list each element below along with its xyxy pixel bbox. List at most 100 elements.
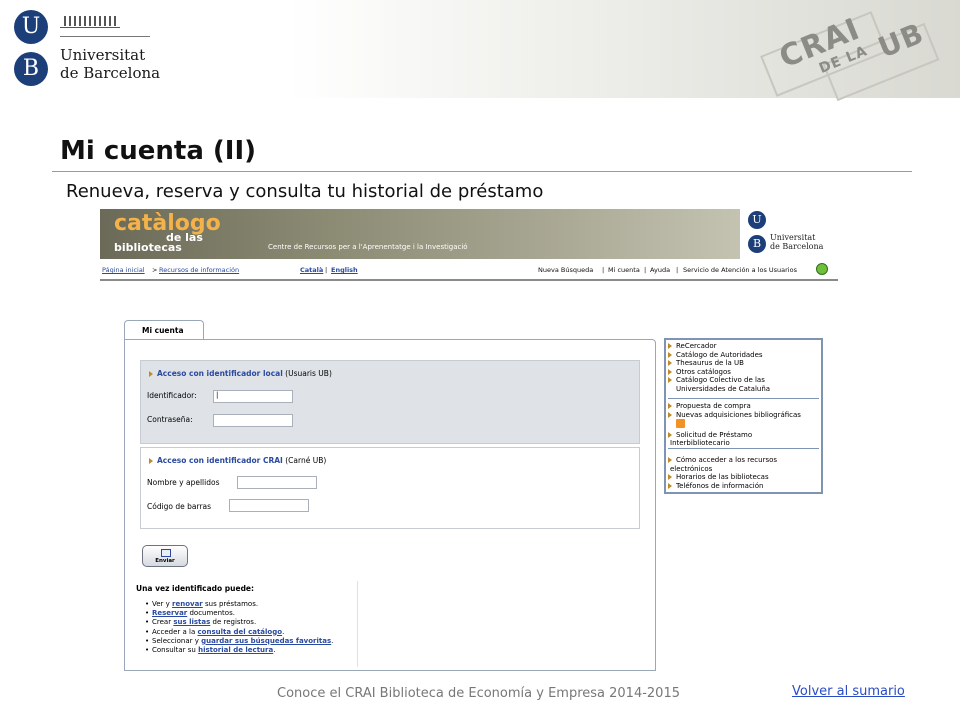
local-login-box: Acceso con identificador local (Usuaris …	[140, 360, 640, 444]
info-item: Crear sus listas de registros.	[145, 618, 333, 627]
ub-logo-b: B	[14, 52, 48, 86]
catalog-nav-bar: Página inicial > Recursos de información…	[100, 261, 838, 281]
submit-button[interactable]: Enviar	[142, 545, 188, 567]
triangle-icon	[668, 431, 672, 438]
catalog-ub-name-line2: de Barcelona	[770, 242, 824, 251]
sidebar-group-acquisitions: Propuesta de compra Nuevas adquisiciones…	[668, 402, 819, 448]
submit-button-label: Enviar	[155, 558, 175, 564]
sidebar-item-new-acquisitions[interactable]: Nuevas adquisiciones bibliográficas	[668, 411, 819, 420]
sidebar-divider	[668, 448, 819, 449]
sidebar-item-info-phones[interactable]: Teléfonos de información	[668, 482, 819, 491]
catalog-query-link[interactable]: consulta del catálogo	[198, 628, 283, 636]
crai-login-note: (Carné UB)	[285, 456, 327, 465]
sidebar-item-purchase-proposal[interactable]: Propuesta de compra	[668, 402, 819, 411]
triangle-icon	[668, 457, 672, 463]
breadcrumb-separator: >	[152, 266, 158, 274]
ub-logo-name-line1: Universitat	[60, 46, 146, 64]
info-section: Una vez identificado puede: Ver y renova…	[136, 581, 358, 667]
sidebar-rss-row	[668, 419, 819, 431]
nav-separator: |	[644, 266, 647, 274]
lists-link[interactable]: sus listas	[173, 618, 210, 626]
sidebar-item-thesaurus[interactable]: Thesaurus de la UB	[668, 359, 819, 368]
slide-subtitle: Renueva, reserva y consulta tu historial…	[66, 181, 544, 202]
local-login-note: (Usuaris UB)	[285, 369, 332, 378]
reading-history-link[interactable]: historial de lectura	[198, 646, 273, 654]
save-searches-link[interactable]: guardar sus búsquedas favoritas	[201, 637, 331, 645]
barcode-input[interactable]	[229, 499, 309, 512]
info-item: Acceder a la consulta del catálogo.	[145, 628, 333, 637]
lang-english-link[interactable]: English	[331, 266, 358, 274]
crai-logo: CRAI DE LA UB	[756, 6, 956, 102]
password-input[interactable]	[213, 414, 293, 427]
lang-catala-link[interactable]: Català	[300, 266, 323, 274]
catalog-header: catàlogo de las bibliotecas Centre de Re…	[100, 209, 838, 259]
catalog-ub-name-line1: Universitat	[770, 233, 816, 242]
identifier-label: Identificador:	[147, 391, 197, 400]
sidebar-item-e-resources-cont[interactable]: electrónicos	[668, 465, 819, 474]
sidebar-item-collective-catalog-cont[interactable]: Universidades de Cataluña	[668, 385, 819, 394]
info-item: Consultar su historial de lectura.	[145, 646, 333, 655]
sidebar-item-library-hours[interactable]: Horarios de las bibliotecas	[668, 473, 819, 482]
sidebar-group-info: Cómo acceder a los recursos electrónicos…	[668, 456, 819, 490]
sidebar-item-collective-catalog[interactable]: Catálogo Colectivo de las	[668, 376, 819, 385]
catalog-banner: catàlogo de las bibliotecas Centre de Re…	[100, 209, 740, 259]
password-label: Contraseña:	[147, 415, 193, 424]
catalog-ub-b: B	[748, 235, 766, 253]
triangle-icon	[668, 474, 672, 481]
crai-login-heading: Acceso con identificador CRAI (Carné UB)	[149, 456, 326, 465]
name-input[interactable]	[237, 476, 317, 489]
ub-logo: U B Universitat de Barcelona	[14, 8, 164, 92]
info-list: Ver y renovar sus préstamos. Reservar do…	[145, 600, 333, 655]
catalog-ub-u: U	[748, 211, 766, 229]
name-label: Nombre y apellidos	[147, 478, 220, 487]
triangle-icon	[668, 343, 672, 349]
sidebar-group-catalogs: ReCercador Catálogo de Autoridades Thesa…	[668, 342, 819, 394]
nav-user-service-link[interactable]: Servicio de Atención a los Usuarios	[683, 266, 797, 274]
sidebar-item-authorities[interactable]: Catálogo de Autoridades	[668, 351, 819, 360]
identifier-input[interactable]: |	[213, 390, 293, 403]
slide-banner: U B Universitat de Barcelona CRAI DE LA …	[0, 0, 960, 102]
nav-new-search-link[interactable]: Nueva Búsqueda	[538, 266, 593, 274]
resources-sidebar: ReCercador Catálogo de Autoridades Thesa…	[664, 338, 823, 494]
crai-login-title: Acceso con identificador CRAI	[157, 456, 283, 465]
triangle-icon	[668, 482, 672, 489]
sidebar-item-recercador[interactable]: ReCercador	[668, 342, 819, 351]
catalog-ub-name: Universitat de Barcelona	[770, 233, 823, 251]
sidebar-item-interlibrary-loan-cont[interactable]: Interbibliotecario	[668, 439, 819, 448]
rss-icon[interactable]	[676, 419, 685, 429]
ub-logo-name: Universitat de Barcelona	[60, 46, 160, 82]
ub-logo-divider	[60, 36, 150, 37]
triangle-icon	[668, 411, 672, 418]
renew-link[interactable]: renovar	[172, 600, 203, 608]
catalog-screenshot: catàlogo de las bibliotecas Centre de Re…	[100, 209, 838, 672]
triangle-icon	[149, 371, 153, 377]
breadcrumb-home-link[interactable]: Página inicial	[102, 266, 145, 274]
title-divider	[52, 171, 912, 172]
triangle-icon	[668, 403, 672, 409]
lang-separator: |	[325, 266, 328, 274]
breadcrumb-resources-link[interactable]: Recursos de información	[159, 266, 239, 274]
info-item: Ver y renovar sus préstamos.	[145, 600, 333, 609]
ub-building-icon	[60, 14, 120, 28]
back-to-summary-link[interactable]: Volver al sumario	[792, 684, 905, 699]
catalog-ub-logo: U B Universitat de Barcelona	[748, 211, 836, 257]
nav-separator: |	[676, 266, 679, 274]
reserve-link[interactable]: Reservar	[152, 609, 187, 617]
nav-my-account-link[interactable]: Mi cuenta	[608, 266, 640, 274]
triangle-icon	[668, 377, 672, 384]
sidebar-item-other-catalogs[interactable]: Otros catálogos	[668, 368, 819, 377]
crai-login-box: Acceso con identificador CRAI (Carné UB)…	[140, 447, 640, 529]
sidebar-item-interlibrary-loan[interactable]: Solicitud de Préstamo	[668, 431, 819, 440]
ub-logo-name-line2: de Barcelona	[60, 64, 161, 82]
go-icon[interactable]	[816, 263, 828, 275]
nav-help-link[interactable]: Ayuda	[650, 266, 670, 274]
info-item: Reservar documentos.	[145, 609, 333, 618]
info-item: Seleccionar y guardar sus búsquedas favo…	[145, 637, 333, 646]
send-icon	[161, 549, 171, 557]
local-login-title: Acceso con identificador local	[157, 369, 283, 378]
triangle-icon	[668, 351, 672, 358]
footer-text: Conoce el CRAI Biblioteca de Economía y …	[277, 686, 680, 701]
local-login-heading: Acceso con identificador local (Usuaris …	[149, 369, 332, 378]
tab-my-account[interactable]: Mi cuenta	[124, 320, 204, 340]
sidebar-item-e-resources[interactable]: Cómo acceder a los recursos	[668, 456, 819, 465]
